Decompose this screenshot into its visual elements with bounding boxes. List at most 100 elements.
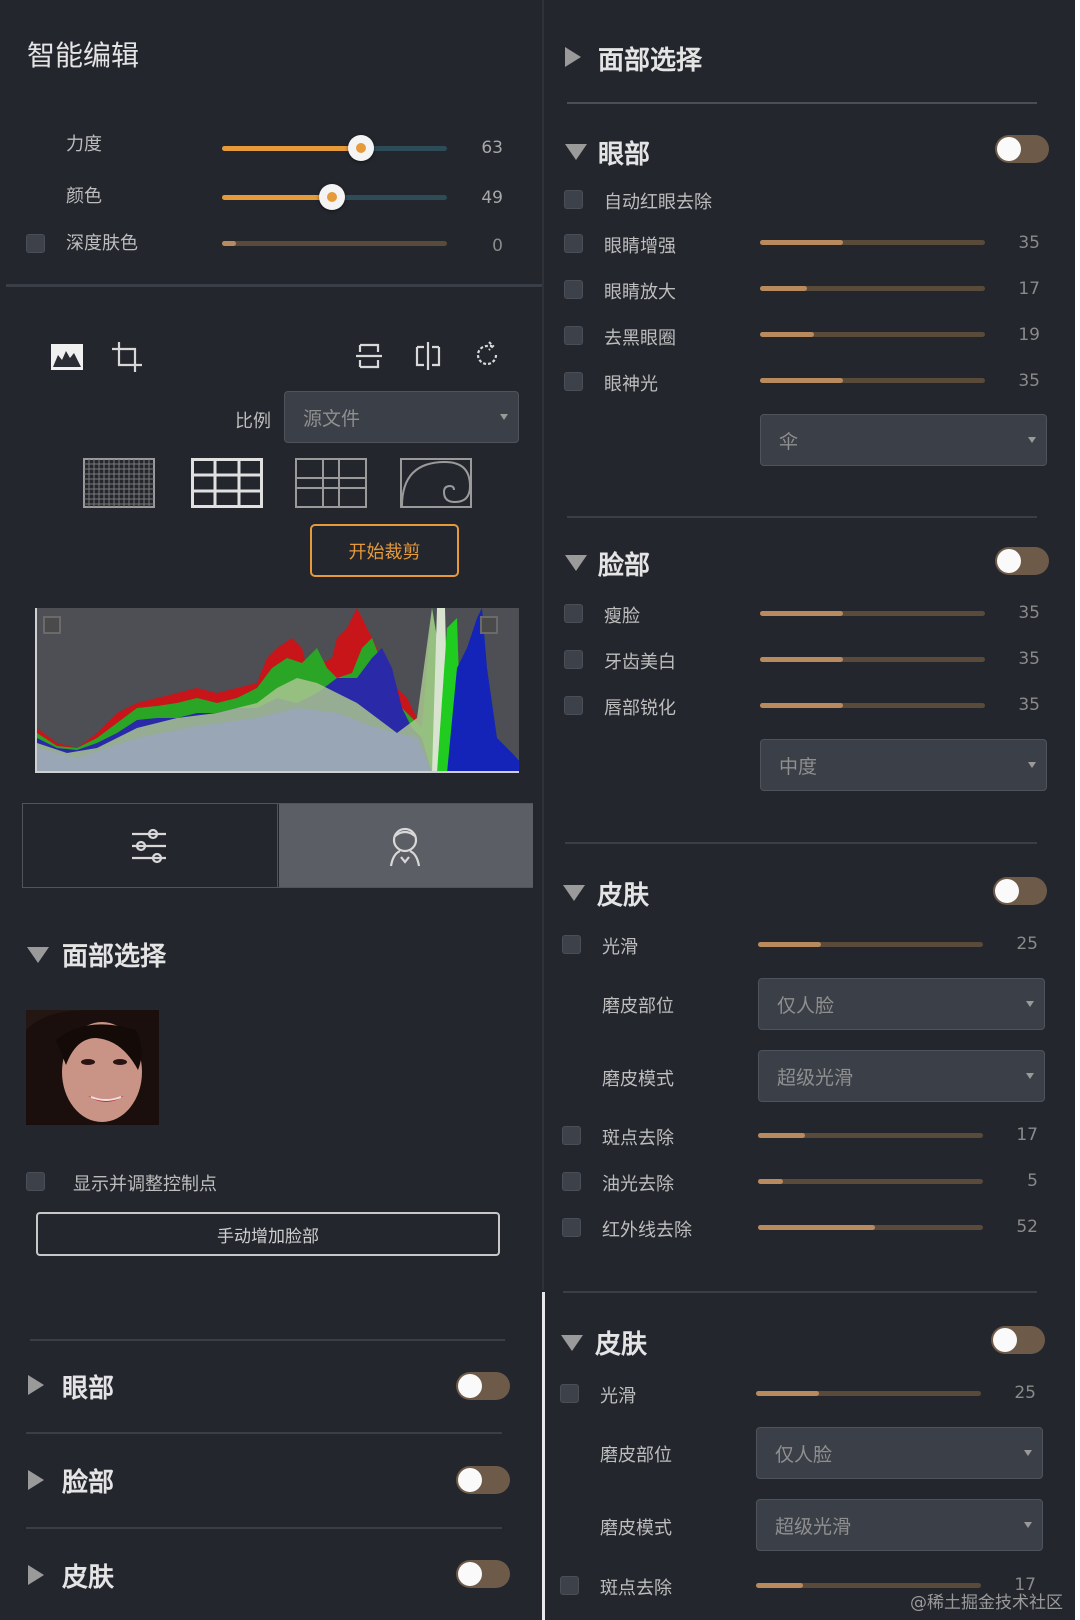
slim-face-label: 瘦脸 (604, 606, 640, 627)
lip-sharpen-level-select[interactable]: 中度 (760, 739, 1047, 791)
face-select-expand-icon[interactable] (565, 47, 581, 67)
golden-spiral-icon[interactable] (400, 458, 472, 508)
smooth-area-label: 磨皮部位 (602, 996, 674, 1017)
flip-horizontal-icon[interactable] (413, 341, 443, 371)
tab-adjustments[interactable] (23, 804, 278, 887)
grid-thirds-icon[interactable] (295, 458, 367, 508)
divider (565, 842, 1037, 844)
show-points-checkbox[interactable] (26, 1172, 45, 1191)
smooth-slider[interactable] (758, 942, 983, 947)
smooth-checkbox[interactable] (562, 935, 581, 954)
eye-enhance-slider[interactable] (760, 240, 985, 245)
face-toggle[interactable] (456, 1466, 510, 1494)
grid-3x3-icon[interactable] (191, 458, 263, 508)
infrared-removal-label: 红外线去除 (602, 1220, 692, 1241)
column-separator (542, 0, 544, 1290)
face-title: 脸部 (598, 551, 651, 581)
spot-removal-label: 斑点去除 (602, 1128, 674, 1149)
eye-enhance-checkbox[interactable] (564, 234, 583, 253)
smooth2-area-select[interactable]: 仅人脸 (756, 1427, 1043, 1479)
fine-grid-icon[interactable] (83, 458, 155, 508)
slim-face-slider[interactable] (760, 611, 985, 616)
eyes-toggle-right[interactable] (995, 135, 1049, 163)
smooth2-mode-label: 磨皮模式 (600, 1518, 672, 1539)
smooth2-mode-value: 超级光滑 (775, 1515, 852, 1538)
deep-skin-label: 深度肤色 (66, 233, 138, 254)
start-crop-button[interactable]: 开始裁剪 (310, 524, 459, 577)
show-points-label: 显示并调整控制点 (73, 1174, 217, 1195)
face-thumbnail[interactable] (26, 1010, 159, 1125)
histogram-shadow-clip[interactable] (43, 616, 61, 634)
spot-removal-checkbox[interactable] (562, 1126, 581, 1145)
color-slider-thumb[interactable] (319, 184, 345, 210)
shine-removal-label: 油光去除 (602, 1174, 674, 1195)
catchlight-checkbox[interactable] (564, 372, 583, 391)
smooth2-area-value: 仅人脸 (775, 1443, 833, 1466)
spot2-label: 斑点去除 (600, 1578, 672, 1599)
face-section-collapse-icon[interactable] (27, 947, 49, 963)
flip-vertical-icon[interactable] (355, 341, 383, 371)
ratio-select-value: 源文件 (303, 407, 361, 430)
slim-face-value: 35 (1018, 603, 1040, 623)
ratio-select[interactable]: 源文件 (284, 391, 519, 443)
shine-removal-slider[interactable] (758, 1179, 983, 1184)
skin-collapse-icon[interactable] (563, 885, 585, 901)
skin-toggle[interactable] (456, 1560, 510, 1588)
catchlight-shape-select[interactable]: 伞 (760, 414, 1047, 466)
deep-skin-slider[interactable] (222, 241, 447, 246)
skin-toggle-right[interactable] (993, 877, 1047, 905)
smooth-area-select[interactable]: 仅人脸 (758, 978, 1045, 1030)
image-icon[interactable] (50, 343, 84, 371)
eye-enlarge-checkbox[interactable] (564, 280, 583, 299)
smooth2-slider[interactable] (756, 1391, 981, 1396)
eyes-expand-icon[interactable] (28, 1375, 44, 1395)
face-toggle-right[interactable] (995, 547, 1049, 575)
manual-add-face-button[interactable]: 手动增加脸部 (36, 1212, 500, 1256)
smooth2-checkbox[interactable] (560, 1384, 579, 1403)
smooth2-area-label: 磨皮部位 (600, 1445, 672, 1466)
teeth-whiten-checkbox[interactable] (564, 650, 583, 669)
spot-removal-slider[interactable] (758, 1133, 983, 1138)
dark-circle-slider[interactable] (760, 332, 985, 337)
divider (30, 1339, 505, 1341)
lip-sharpen-checkbox[interactable] (564, 696, 583, 715)
skin2-collapse-icon[interactable] (561, 1335, 583, 1351)
infrared-removal-checkbox[interactable] (562, 1218, 581, 1237)
skin2-toggle[interactable] (991, 1326, 1045, 1354)
divider (567, 102, 1037, 104)
histogram-highlight-clip[interactable] (480, 616, 498, 634)
rotate-icon[interactable] (472, 340, 502, 370)
deep-skin-checkbox[interactable] (26, 234, 45, 253)
strength-slider[interactable] (222, 135, 447, 161)
dark-circle-checkbox[interactable] (564, 326, 583, 345)
smooth-mode-value: 超级光滑 (777, 1066, 854, 1089)
tab-face[interactable] (279, 804, 533, 887)
color-slider[interactable] (222, 184, 447, 210)
right-edge (1075, 0, 1080, 1620)
smooth-value: 25 (1016, 934, 1038, 954)
red-eye-checkbox[interactable] (564, 190, 583, 209)
eyes-collapse-icon[interactable] (565, 144, 587, 160)
face-expand-icon[interactable] (28, 1470, 44, 1490)
slim-face-checkbox[interactable] (564, 604, 583, 623)
lip-sharpen-level-value: 中度 (779, 755, 818, 778)
skin-expand-icon[interactable] (28, 1565, 44, 1585)
smooth2-mode-select[interactable]: 超级光滑 (756, 1499, 1043, 1551)
catchlight-slider[interactable] (760, 378, 985, 383)
divider (26, 1432, 502, 1434)
infrared-removal-slider[interactable] (758, 1225, 983, 1230)
eye-enhance-value: 35 (1018, 233, 1040, 253)
strength-slider-thumb[interactable] (348, 135, 374, 161)
smart-edit-title: 智能编辑 (27, 39, 140, 72)
catchlight-shape-value: 伞 (779, 430, 799, 453)
deep-skin-value: 0 (492, 236, 503, 256)
lip-sharpen-slider[interactable] (760, 703, 985, 708)
eye-enlarge-slider[interactable] (760, 286, 985, 291)
eyes-toggle[interactable] (456, 1372, 510, 1400)
shine-removal-checkbox[interactable] (562, 1172, 581, 1191)
face-collapse-icon[interactable] (565, 555, 587, 571)
spot2-checkbox[interactable] (560, 1576, 579, 1595)
teeth-whiten-slider[interactable] (760, 657, 985, 662)
smooth-mode-select[interactable]: 超级光滑 (758, 1050, 1045, 1102)
crop-icon[interactable] (110, 340, 144, 374)
